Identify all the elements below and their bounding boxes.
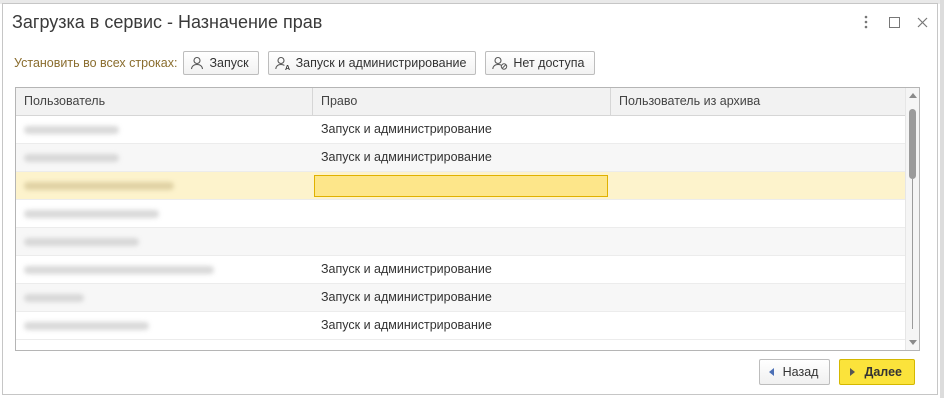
close-icon[interactable] <box>915 14 929 30</box>
user-blocked-icon <box>492 56 508 70</box>
user-cell[interactable] <box>16 284 313 311</box>
redacted-user-name <box>24 266 214 274</box>
column-header-archive-user[interactable]: Пользователь из архива <box>611 88 906 115</box>
column-header-user[interactable]: Пользователь <box>16 88 313 115</box>
archive-user-cell[interactable] <box>611 172 906 199</box>
background-window-edge-right <box>940 0 944 398</box>
redacted-user-name <box>24 210 159 218</box>
user-cell[interactable] <box>16 312 313 339</box>
set-no-access-label: Нет доступа <box>513 56 585 70</box>
archive-user-cell[interactable] <box>611 284 906 311</box>
next-button[interactable]: Далее <box>839 359 915 385</box>
redacted-user-name <box>24 294 84 302</box>
rights-table: Пользователь Право Пользователь из архив… <box>15 87 920 351</box>
redacted-user-name <box>24 322 149 330</box>
scrollbar-track <box>912 179 913 329</box>
table-row[interactable]: Запуск и администрирование <box>16 144 906 172</box>
scroll-up-icon[interactable] <box>909 93 917 98</box>
dialog-title: Загрузка в сервис - Назначение прав <box>12 12 323 32</box>
redacted-user-name <box>24 126 119 134</box>
set-no-access-button[interactable]: Нет доступа <box>485 51 595 75</box>
set-all-rows-toolbar: Установить во всех строках: Запуск A Зап… <box>14 50 604 76</box>
user-cell[interactable] <box>16 144 313 171</box>
column-header-right[interactable]: Право <box>313 88 611 115</box>
set-launch-admin-button[interactable]: A Запуск и администрирование <box>267 51 477 75</box>
scroll-down-icon[interactable] <box>909 340 917 345</box>
set-launch-admin-label: Запуск и администрирование <box>295 56 467 70</box>
more-options-icon[interactable] <box>859 14 873 30</box>
user-cell[interactable] <box>16 228 313 255</box>
right-cell[interactable]: Запуск и администрирование <box>313 312 611 339</box>
redacted-user-name <box>24 154 119 162</box>
right-cell-editor[interactable] <box>314 175 608 197</box>
user-cell[interactable] <box>16 172 313 199</box>
arrow-left-icon <box>768 368 774 376</box>
right-cell[interactable]: Запуск и администрирование <box>313 256 611 283</box>
table-row[interactable]: Запуск и администрирование <box>16 256 906 284</box>
right-cell[interactable]: Запуск и администрирование <box>313 116 611 143</box>
table-header: Пользователь Право Пользователь из архив… <box>16 88 906 116</box>
table-row[interactable]: Запуск и администрирование <box>16 284 906 312</box>
user-cell[interactable] <box>16 200 313 227</box>
redacted-user-name <box>24 182 174 190</box>
user-icon <box>191 56 204 70</box>
window-controls <box>859 14 929 30</box>
next-button-label: Далее <box>864 365 902 379</box>
table-row-selected[interactable] <box>16 172 906 200</box>
back-button-label: Назад <box>782 365 819 379</box>
user-admin-icon: A <box>274 56 290 70</box>
scrollbar-thumb[interactable] <box>909 109 916 179</box>
table-body: Запуск и администрирование Запуск и адми… <box>16 116 906 340</box>
maximize-icon[interactable] <box>887 14 901 30</box>
archive-user-cell[interactable] <box>611 200 906 227</box>
right-cell[interactable] <box>313 200 611 227</box>
set-all-rows-label: Установить во всех строках: <box>14 56 178 70</box>
right-cell[interactable] <box>313 228 611 255</box>
right-cell[interactable]: Запуск и администрирование <box>313 284 611 311</box>
archive-user-cell[interactable] <box>611 116 906 143</box>
archive-user-cell[interactable] <box>611 228 906 255</box>
arrow-right-icon <box>850 368 856 376</box>
table-row[interactable] <box>16 228 906 256</box>
table-row[interactable]: Запуск и администрирование <box>16 116 906 144</box>
redacted-user-name <box>24 238 139 246</box>
user-cell[interactable] <box>16 256 313 283</box>
set-launch-button[interactable]: Запуск <box>183 51 259 75</box>
user-cell[interactable] <box>16 116 313 143</box>
back-button[interactable]: Назад <box>758 359 831 385</box>
archive-user-cell[interactable] <box>611 144 906 171</box>
table-row[interactable] <box>16 200 906 228</box>
archive-user-cell[interactable] <box>611 312 906 339</box>
table-row[interactable]: Запуск и администрирование <box>16 312 906 340</box>
table-scrollbar[interactable] <box>905 88 919 350</box>
set-launch-label: Запуск <box>209 56 249 70</box>
right-cell[interactable]: Запуск и администрирование <box>313 144 611 171</box>
dialog-window: Загрузка в сервис - Назначение прав Уста… <box>2 3 938 395</box>
dialog-footer: Назад Далее <box>758 359 915 385</box>
archive-user-cell[interactable] <box>611 256 906 283</box>
svg-text:A: A <box>285 65 290 70</box>
